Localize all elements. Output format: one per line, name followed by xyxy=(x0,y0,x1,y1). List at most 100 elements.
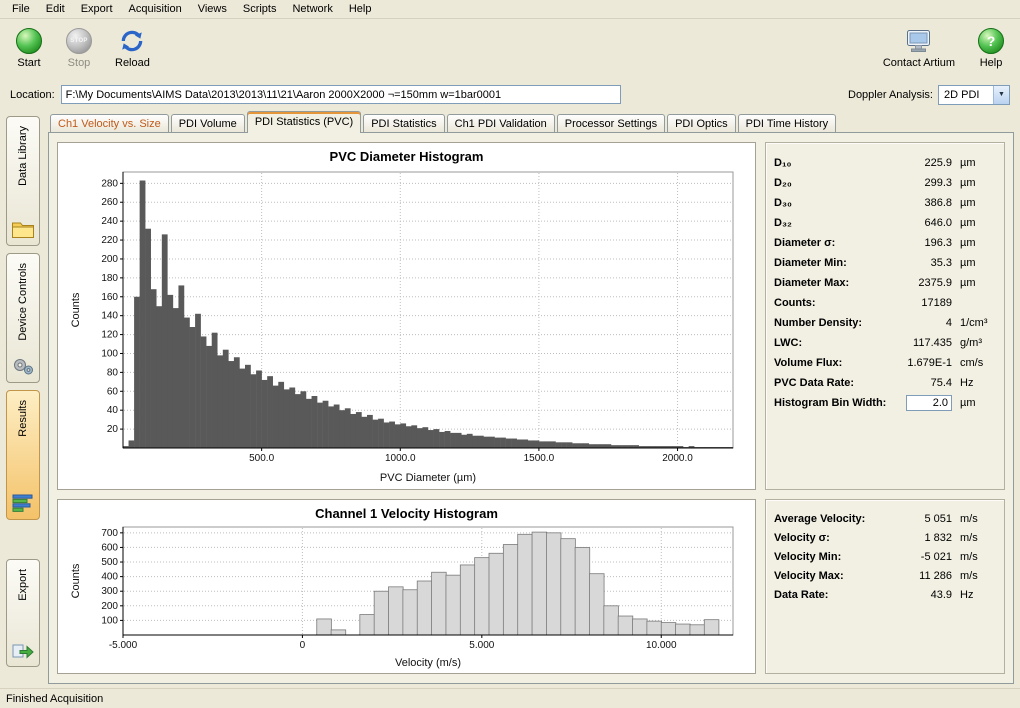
stat-value: 4 xyxy=(890,317,952,329)
stat-unit: µm xyxy=(952,257,994,269)
stat-value: 1.679E-1 xyxy=(890,357,952,369)
stat-unit: m/s xyxy=(952,532,994,544)
main-area: Data Library Device Controls Results Export… xyxy=(0,108,1020,688)
svg-text:40: 40 xyxy=(106,405,118,416)
stat-label: Counts: xyxy=(774,297,890,309)
sidebar-tab-device-controls[interactable]: Device Controls xyxy=(6,253,40,383)
sidebar-tab-data-library[interactable]: Data Library xyxy=(6,116,40,246)
menu-item-scripts[interactable]: Scripts xyxy=(235,1,285,17)
stat-value: 225.9 xyxy=(890,157,952,169)
menu-item-edit[interactable]: Edit xyxy=(38,1,73,17)
velocity-chart-title: Channel 1 Velocity Histogram xyxy=(315,504,498,523)
stat-unit: µm xyxy=(952,237,994,249)
location-label: Location: xyxy=(10,89,55,101)
svg-text:100: 100 xyxy=(101,348,118,359)
svg-text:500: 500 xyxy=(101,557,118,568)
svg-text:Counts: Counts xyxy=(70,563,82,598)
svg-text:240: 240 xyxy=(101,216,118,227)
location-input[interactable] xyxy=(61,85,621,104)
stat-value: 75.4 xyxy=(890,377,952,389)
gears-icon xyxy=(11,356,35,376)
sidebar-tab-export[interactable]: Export xyxy=(6,559,40,667)
stat-row: Number Density:41/cm³ xyxy=(774,313,994,333)
svg-text:2000.0: 2000.0 xyxy=(662,453,693,464)
monitor-icon xyxy=(905,27,932,54)
tab-pdi-time-history[interactable]: PDI Time History xyxy=(738,114,837,133)
svg-text:280: 280 xyxy=(101,178,118,189)
menu-item-file[interactable]: File xyxy=(4,1,38,17)
menu-item-export[interactable]: Export xyxy=(73,1,121,17)
svg-text:80: 80 xyxy=(106,367,118,378)
doppler-analysis-value: 2D PDI xyxy=(944,89,993,101)
tab-strip: Ch1 Velocity vs. SizePDI VolumePDI Stati… xyxy=(48,110,1014,132)
chevron-down-icon[interactable]: ▼ xyxy=(993,86,1009,104)
histogram-bin-width-input[interactable] xyxy=(906,395,952,411)
diameter-chart-box: PVC Diameter Histogram 20406080100120140… xyxy=(57,142,756,490)
sidebar-tab-results[interactable]: Results xyxy=(6,390,40,520)
doppler-analysis-group: Doppler Analysis: 2D PDI ▼ xyxy=(848,85,1010,105)
stat-unit: µm xyxy=(952,397,994,409)
stat-row: Diameter σ:196.3µm xyxy=(774,233,994,253)
stat-label: Diameter σ: xyxy=(774,237,890,249)
svg-text:PVC Diameter (µm): PVC Diameter (µm) xyxy=(379,472,475,484)
stat-row: D₁₀225.9µm xyxy=(774,153,994,173)
svg-text:1000.0: 1000.0 xyxy=(384,453,415,464)
stat-label: D₃₂ xyxy=(774,217,890,229)
content: Ch1 Velocity vs. SizePDI VolumePDI Stati… xyxy=(46,108,1020,688)
tab-ch1-velocity-vs-size[interactable]: Ch1 Velocity vs. Size xyxy=(50,114,169,133)
stat-row: D₃₂646.0µm xyxy=(774,213,994,233)
stat-label: Velocity Min: xyxy=(774,551,890,563)
stat-value: 43.9 xyxy=(890,589,952,601)
stat-label: Volume Flux: xyxy=(774,357,890,369)
status-text: Finished Acquisition xyxy=(6,693,103,705)
stat-value: 299.3 xyxy=(890,177,952,189)
stat-row: Velocity Max:11 286m/s xyxy=(774,567,994,586)
menu-item-network[interactable]: Network xyxy=(284,1,340,17)
velocity-stats: Average Velocity:5 051m/sVelocity σ:1 83… xyxy=(765,499,1005,674)
stat-unit: 1/cm³ xyxy=(952,317,994,329)
stop-button: STOPStop xyxy=(58,23,100,73)
stat-value: 35.3 xyxy=(890,257,952,269)
stat-unit: µm xyxy=(952,197,994,209)
stat-unit: µm xyxy=(952,277,994,289)
sidebar-tab-label: Data Library xyxy=(17,126,29,186)
start-button[interactable]: Start xyxy=(8,23,50,73)
help-button[interactable]: ?Help xyxy=(970,23,1012,73)
tab-ch1-pdi-validation[interactable]: Ch1 PDI Validation xyxy=(447,114,555,133)
sidebar-tab-label: Export xyxy=(17,569,29,601)
stat-unit: cm/s xyxy=(952,357,994,369)
stat-unit: m/s xyxy=(952,513,994,525)
sidebar-tab-label: Results xyxy=(17,400,29,437)
export-icon xyxy=(12,640,34,660)
contact-artium-button[interactable]: Contact Artium xyxy=(876,23,962,73)
menu-item-views[interactable]: Views xyxy=(190,1,235,17)
tab-pdi-statistics-pvc[interactable]: PDI Statistics (PVC) xyxy=(247,111,361,133)
tab-pdi-statistics[interactable]: PDI Statistics xyxy=(363,114,444,133)
svg-text:Counts: Counts xyxy=(70,292,82,327)
diameter-stats: D₁₀225.9µmD₂₀299.3µmD₃₀386.8µmD₃₂646.0µm… xyxy=(765,142,1005,490)
toolbar-left: StartSTOPStopReload xyxy=(8,23,157,73)
stat-row: Diameter Min:35.3µm xyxy=(774,253,994,273)
stat-label: D₂₀ xyxy=(774,177,890,189)
tab-pdi-volume[interactable]: PDI Volume xyxy=(171,114,245,133)
menu-item-acquisition[interactable]: Acquisition xyxy=(121,1,190,17)
diameter-histogram-chart: 2040608010012014016018020022024026028050… xyxy=(65,166,749,484)
stat-row: LWC:117.435g/m³ xyxy=(774,333,994,353)
stat-row: Volume Flux:1.679E-1cm/s xyxy=(774,353,994,373)
doppler-analysis-select[interactable]: 2D PDI ▼ xyxy=(938,85,1010,105)
tool-label: Stop xyxy=(68,57,91,69)
tab-pdi-optics[interactable]: PDI Optics xyxy=(667,114,736,133)
svg-text:260: 260 xyxy=(101,197,118,208)
svg-text:Velocity (m/s): Velocity (m/s) xyxy=(394,657,460,669)
stat-value: 17189 xyxy=(890,297,952,309)
stat-row: D₃₀386.8µm xyxy=(774,193,994,213)
reload-button[interactable]: Reload xyxy=(108,23,157,73)
stat-value: 11 286 xyxy=(890,570,952,582)
menu-item-help[interactable]: Help xyxy=(341,1,380,17)
stat-label: Histogram Bin Width: xyxy=(774,397,906,409)
stat-row: Counts:17189 xyxy=(774,293,994,313)
stat-label: Velocity σ: xyxy=(774,532,890,544)
tab-processor-settings[interactable]: Processor Settings xyxy=(557,114,665,133)
results-chart-icon xyxy=(12,493,34,513)
stat-row: Average Velocity:5 051m/s xyxy=(774,510,994,529)
